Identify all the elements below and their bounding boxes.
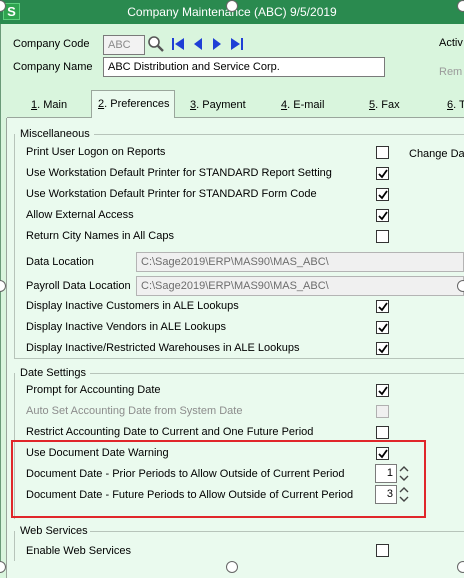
ws-form-printer-label: Use Workstation Default Printer for STAN… <box>26 188 317 200</box>
inactive-vendors-label: Display Inactive Vendors in ALE Lookups <box>26 321 226 333</box>
first-record-icon[interactable] <box>171 37 185 51</box>
resize-handle[interactable] <box>226 561 238 573</box>
enable-web-services-label: Enable Web Services <box>26 545 131 557</box>
payroll-location-label: Payroll Data Location <box>26 280 131 292</box>
company-code-input[interactable]: ABC <box>103 35 145 55</box>
print-logon-label: Print User Logon on Reports <box>26 146 166 158</box>
inactive-vendors-checkbox[interactable] <box>376 321 389 334</box>
group-divider <box>14 531 15 561</box>
ws-report-printer-label: Use Workstation Default Printer for STAN… <box>26 167 332 179</box>
checkmark-icon <box>378 169 388 179</box>
resize-handle[interactable] <box>226 0 238 12</box>
payroll-location-input[interactable]: C:\Sage2019\ERP\MAS90\MAS_ABC\ <box>136 276 464 296</box>
tab-t[interactable]: 6. T <box>447 94 464 118</box>
inactive-customers-checkbox[interactable] <box>376 300 389 313</box>
auto-set-date-label: Auto Set Accounting Date from System Dat… <box>26 405 243 417</box>
ws-form-printer-checkbox[interactable] <box>376 188 389 201</box>
city-caps-label: Return City Names in All Caps <box>26 230 174 242</box>
city-caps-checkbox[interactable] <box>376 230 389 243</box>
next-record-icon[interactable] <box>211 37 223 51</box>
lookup-search-icon[interactable] <box>147 35 165 53</box>
last-record-icon[interactable] <box>230 37 244 51</box>
group-divider <box>14 134 15 358</box>
restrict-date-label: Restrict Accounting Date to Current and … <box>26 426 314 438</box>
company-name-label: Company Name <box>13 61 93 73</box>
group-divider <box>90 531 464 532</box>
external-access-checkbox[interactable] <box>376 209 389 222</box>
tab-preferences[interactable]: 2. Preferences <box>91 90 175 118</box>
checkmark-icon <box>378 302 388 312</box>
previous-record-icon[interactable] <box>192 37 204 51</box>
checkmark-icon <box>378 386 388 396</box>
tab-payment[interactable]: 3. Payment <box>190 94 246 118</box>
change-date-label: Change Da <box>409 148 464 160</box>
group-divider <box>94 134 464 135</box>
data-location-label: Data Location <box>26 256 94 268</box>
external-access-label: Allow External Access <box>26 209 134 221</box>
highlight-box <box>11 440 426 518</box>
group-date-settings-title: Date Settings <box>20 367 87 379</box>
tab-fax[interactable]: 5. Fax <box>369 94 400 118</box>
inactive-warehouses-label: Display Inactive/Restricted Warehouses i… <box>26 342 300 354</box>
checkmark-icon <box>378 190 388 200</box>
group-miscellaneous-title: Miscellaneous <box>20 128 90 140</box>
checkmark-icon <box>378 211 388 221</box>
checkmark-icon <box>378 344 388 354</box>
tab-email[interactable]: 4. E-mail <box>281 94 324 118</box>
data-location-input[interactable]: C:\Sage2019\ERP\MAS90\MAS_ABC\ <box>136 252 464 272</box>
enable-web-services-checkbox[interactable] <box>376 544 389 557</box>
checkmark-icon <box>378 323 388 333</box>
resize-handle[interactable] <box>457 280 464 292</box>
print-logon-checkbox[interactable] <box>376 146 389 159</box>
active-label: Activ <box>439 37 463 49</box>
company-code-label: Company Code <box>13 38 90 50</box>
tab-main[interactable]: 1. Main <box>31 94 67 118</box>
company-name-input[interactable]: ABC Distribution and Service Corp. <box>103 57 385 77</box>
group-divider <box>14 358 464 359</box>
ws-report-printer-checkbox[interactable] <box>376 167 389 180</box>
remove-button[interactable]: Rem <box>439 66 462 78</box>
prompt-date-checkbox[interactable] <box>376 384 389 397</box>
resize-handle[interactable] <box>457 0 464 12</box>
inactive-customers-label: Display Inactive Customers in ALE Lookup… <box>26 300 239 312</box>
restrict-date-checkbox[interactable] <box>376 426 389 439</box>
group-web-services-title: Web Services <box>20 525 88 537</box>
inactive-warehouses-checkbox[interactable] <box>376 342 389 355</box>
resize-handle[interactable] <box>457 561 464 573</box>
prompt-date-label: Prompt for Accounting Date <box>26 384 161 396</box>
auto-set-date-checkbox[interactable] <box>376 405 389 418</box>
group-divider <box>90 373 464 374</box>
